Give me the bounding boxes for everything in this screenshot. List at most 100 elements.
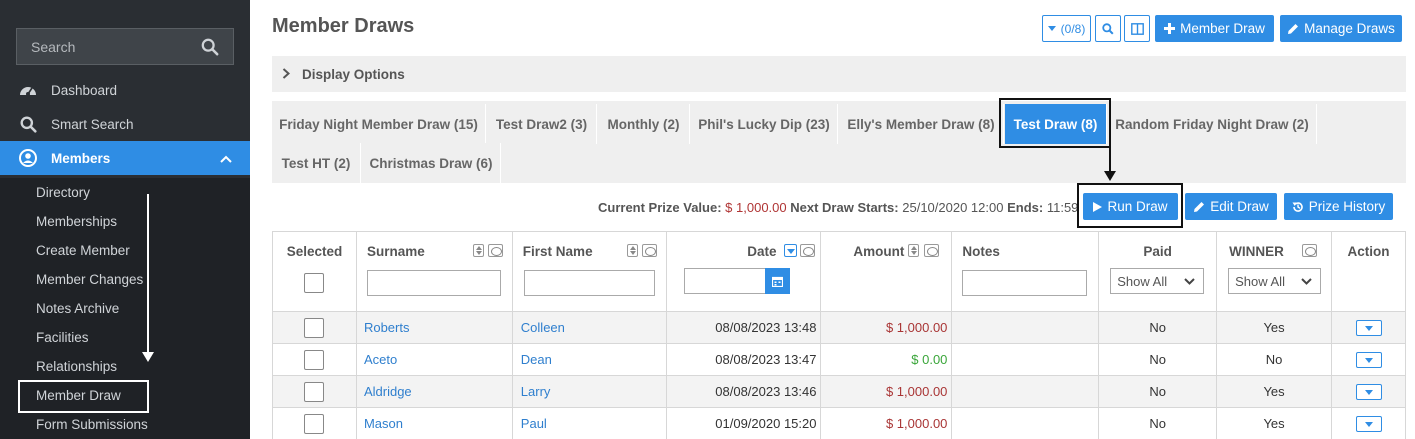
col-winner[interactable]: WINNER Show All [1216, 231, 1332, 312]
add-member-draw-label: Member Draw [1180, 21, 1265, 36]
chevron-down-icon [1301, 278, 1312, 285]
tab-test-ht[interactable]: Test HT (2) [272, 143, 361, 183]
amount-cell: $ 1,000.00 [820, 311, 953, 344]
column-filter-button[interactable]: (0/8) [1042, 15, 1091, 42]
subnav-item-create-member[interactable]: Create Member [36, 241, 130, 261]
subnav-item-directory[interactable]: Directory [36, 183, 90, 203]
eye-icon[interactable] [924, 244, 940, 257]
subnav-item-memberships[interactable]: Memberships [36, 212, 117, 232]
tab-ellys-member-draw[interactable]: Elly's Member Draw (8) [839, 104, 1004, 144]
prize-history-button[interactable]: Prize History [1284, 193, 1393, 220]
sidebar-item-smart-search[interactable]: Smart Search [0, 107, 250, 141]
winner-filter-select[interactable]: Show All [1228, 268, 1322, 294]
surname-link[interactable]: Roberts [364, 320, 410, 335]
tab-test-draw2[interactable]: Test Draw2 (3) [487, 104, 597, 144]
columns-icon [1130, 22, 1144, 35]
row-select-cell [272, 311, 357, 344]
add-member-draw-button[interactable]: Member Draw [1155, 15, 1274, 42]
next-draw-label: Next Draw Starts: [790, 200, 899, 215]
header-date: Date [747, 244, 777, 259]
sort-icon[interactable] [908, 244, 920, 257]
annotation-highlight-box [18, 380, 149, 413]
tab-random-friday-night-draw[interactable]: Random Friday Night Draw (2) [1108, 104, 1317, 144]
col-date[interactable]: Date [665, 231, 822, 312]
notes-filter-input[interactable] [962, 270, 1088, 296]
surname-filter-input[interactable] [366, 270, 501, 296]
first-name-link[interactable]: Dean [521, 352, 552, 367]
col-surname[interactable]: Surname [355, 231, 513, 312]
edit-draw-label: Edit Draw [1210, 199, 1269, 214]
header-paid: Paid [1143, 244, 1172, 259]
eye-icon[interactable] [641, 244, 657, 257]
manage-draws-button[interactable]: Manage Draws [1280, 15, 1402, 42]
edit-draw-button[interactable]: Edit Draw [1185, 193, 1277, 220]
eye-icon[interactable] [1302, 244, 1318, 257]
first-name-link[interactable]: Larry [521, 384, 551, 399]
tab-friday-night-member-draw[interactable]: Friday Night Member Draw (15) [272, 104, 486, 144]
row-checkbox[interactable] [304, 413, 325, 434]
prize-value: $ 1,000.00 [725, 200, 787, 215]
sidebar-item-members[interactable]: Members [0, 141, 250, 175]
annotation-arrow-head [142, 352, 154, 362]
tab-monthly[interactable]: Monthly (2) [598, 104, 690, 144]
sidebar-search-input[interactable]: Search [16, 28, 234, 65]
row-checkbox[interactable] [304, 381, 325, 402]
row-checkbox[interactable] [304, 317, 325, 338]
sort-icon[interactable] [472, 244, 484, 257]
eye-icon[interactable] [487, 244, 503, 257]
first-name-filter-input[interactable] [523, 270, 655, 296]
page-title: Member Draws [272, 15, 415, 37]
date-filter-input[interactable] [683, 268, 766, 294]
date-cell: 08/08/2023 13:47 [665, 343, 822, 376]
search-toggle-button[interactable] [1095, 15, 1121, 42]
row-checkbox[interactable] [304, 349, 325, 370]
header-notes: Notes [962, 244, 1000, 259]
first-name-link[interactable]: Paul [521, 416, 547, 431]
sidebar-item-dashboard[interactable]: Dashboard [0, 73, 250, 107]
display-options-toggle[interactable]: Display Options [272, 56, 1406, 92]
first-name-link[interactable]: Colleen [521, 320, 565, 335]
chevron-up-icon[interactable] [220, 151, 232, 166]
subnav-item-form-submissions[interactable]: Form Submissions [36, 415, 148, 435]
col-first-name[interactable]: First Name [511, 231, 667, 312]
notes-cell [951, 375, 1100, 408]
table-row: Aceto Dean 08/08/2023 13:47 $ 0.00 No No [272, 343, 1406, 376]
row-action-dropdown[interactable] [1355, 351, 1382, 368]
winner-cell: Yes [1216, 311, 1332, 344]
subnav-item-member-changes[interactable]: Member Changes [36, 270, 143, 290]
surname-link[interactable]: Mason [364, 416, 403, 431]
row-action-dropdown[interactable] [1355, 319, 1382, 336]
chevron-right-icon [282, 67, 290, 82]
filter-count: (0/8) [1060, 21, 1086, 36]
subnav-item-relationships[interactable]: Relationships [36, 357, 117, 377]
select-all-checkbox[interactable] [304, 273, 324, 293]
sort-icon[interactable] [626, 244, 638, 257]
paid-cell: No [1098, 407, 1218, 439]
col-amount[interactable]: Amount [820, 231, 953, 312]
ends-label: Ends: [1007, 200, 1044, 215]
annotation-arrow [1109, 148, 1111, 172]
row-action-dropdown[interactable] [1355, 383, 1382, 400]
subnav-item-notes-archive[interactable]: Notes Archive [36, 299, 119, 319]
paid-filter-select[interactable]: Show All [1110, 268, 1205, 294]
amount-cell: $ 1,000.00 [820, 375, 953, 408]
subnav-item-facilities[interactable]: Facilities [36, 328, 89, 348]
row-action-dropdown[interactable] [1355, 415, 1382, 432]
surname-link[interactable]: Aceto [364, 352, 397, 367]
search-icon[interactable] [201, 38, 219, 56]
display-options-label: Display Options [302, 66, 405, 82]
sort-desc-icon[interactable] [783, 244, 797, 257]
dashboard-icon [18, 80, 38, 100]
calendar-icon[interactable] [764, 268, 790, 294]
columns-toggle-button[interactable] [1124, 15, 1150, 42]
eye-icon[interactable] [799, 244, 815, 257]
surname-link[interactable]: Aldridge [364, 384, 412, 399]
col-selected: Selected [272, 231, 357, 312]
tab-christmas-draw[interactable]: Christmas Draw (6) [362, 143, 501, 183]
header-surname: Surname [366, 244, 425, 259]
tab-phils-lucky-dip[interactable]: Phil's Lucky Dip (23) [691, 104, 838, 144]
annotation-arrow [147, 194, 149, 354]
table-row: Aldridge Larry 08/08/2023 13:46 $ 1,000.… [272, 375, 1406, 408]
draw-info: Current Prize Value: $ 1,000.00 Next Dra… [598, 200, 1078, 215]
col-notes: Notes [951, 231, 1100, 312]
